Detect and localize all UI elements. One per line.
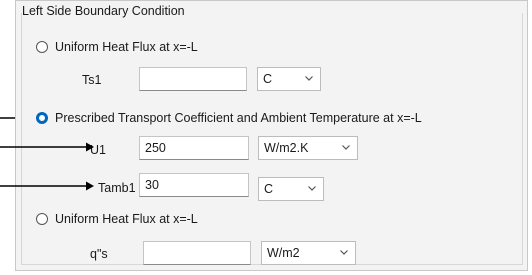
radio-prescribed-transport-coefficient[interactable]: Prescribed Transport Coefficient and Amb…	[36, 111, 422, 125]
u1-input[interactable]	[139, 136, 249, 160]
qs-unit-value: W/m2	[267, 246, 300, 260]
boundary-condition-panel: Left Side Boundary Condition Uniform Hea…	[15, 0, 528, 271]
radio-label: Prescribed Transport Coefficient and Amb…	[55, 111, 422, 125]
arrow-right-icon	[0, 142, 94, 152]
chevron-down-icon	[308, 186, 316, 191]
radio-uniform-heat-flux-qs[interactable]: Uniform Heat Flux at x=-L	[36, 212, 198, 226]
qs-unit-select[interactable]: W/m2	[261, 241, 356, 265]
radio-button[interactable]	[36, 41, 48, 53]
qs-input[interactable]	[143, 241, 251, 265]
tamb1-input[interactable]	[139, 173, 249, 197]
group-title: Left Side Boundary Condition	[22, 4, 185, 18]
chevron-down-icon	[305, 76, 313, 81]
ts1-unit-select[interactable]: C	[257, 67, 321, 91]
tamb1-label: Tamb1	[98, 181, 136, 195]
radio-uniform-heat-flux-ts1[interactable]: Uniform Heat Flux at x=-L	[36, 40, 198, 54]
tamb1-unit-value: C	[264, 182, 274, 196]
u1-unit-value: W/m2.K	[264, 141, 309, 155]
qs-label: q"s	[90, 247, 108, 261]
radio-label: Uniform Heat Flux at x=-L	[55, 40, 198, 54]
chevron-down-icon	[340, 250, 348, 255]
radio-label: Uniform Heat Flux at x=-L	[55, 212, 198, 226]
radio-button[interactable]	[36, 213, 48, 225]
u1-unit-select[interactable]: W/m2.K	[258, 136, 358, 160]
ts1-input[interactable]	[139, 67, 247, 91]
chevron-down-icon	[342, 145, 350, 150]
radio-button-selected[interactable]	[36, 112, 48, 124]
arrow-right-icon	[0, 181, 94, 191]
tamb1-unit-select[interactable]: C	[258, 177, 324, 201]
ts1-unit-value: C	[263, 72, 273, 86]
ts1-label: Ts1	[82, 73, 102, 87]
